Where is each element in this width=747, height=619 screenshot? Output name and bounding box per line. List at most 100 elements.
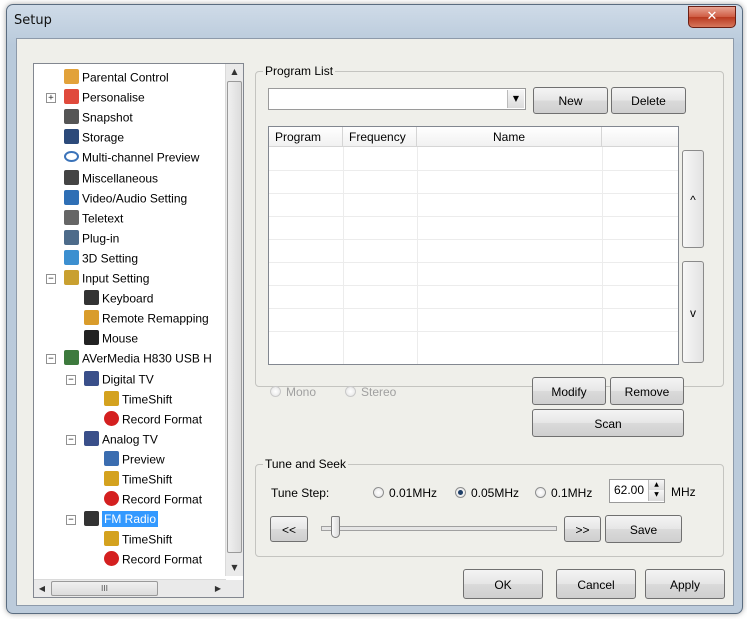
chevron-down-icon[interactable]: ▼ bbox=[507, 90, 524, 108]
program-combo[interactable]: ▼ bbox=[268, 88, 526, 110]
tune-and-seek-title: Tune and Seek bbox=[263, 457, 348, 471]
tree-item-label: Plug-in bbox=[82, 231, 120, 246]
lock-icon bbox=[64, 69, 79, 85]
tree-item[interactable]: Preview bbox=[104, 450, 165, 469]
tree-item[interactable]: Multi-channel Preview bbox=[64, 148, 199, 167]
settings-tree[interactable]: Record Format TimeShift FM Radio Record For… bbox=[33, 63, 244, 598]
delete-button[interactable]: Delete bbox=[611, 87, 686, 114]
collapse-minus-icon[interactable]: − bbox=[46, 274, 56, 284]
tree-item[interactable]: Miscellaneous bbox=[64, 169, 158, 188]
tree-item-label: Personalise bbox=[82, 90, 145, 105]
collapse-minus-icon[interactable]: − bbox=[66, 375, 76, 385]
scroll-left-arrow-icon[interactable]: ◀ bbox=[34, 580, 50, 597]
mouse-icon bbox=[84, 330, 99, 346]
ok-button[interactable]: OK bbox=[463, 569, 543, 599]
frequency-spinner[interactable]: 62.00 ▲ ▼ bbox=[609, 479, 665, 503]
tree-item-label: Video/Audio Setting bbox=[82, 191, 188, 206]
frequency-slider[interactable] bbox=[321, 516, 557, 540]
tree-item[interactable]: Teletext bbox=[64, 209, 123, 228]
tree-item[interactable]: Mouse bbox=[84, 329, 138, 348]
tree-item[interactable]: Snapshot bbox=[64, 108, 133, 127]
close-icon: ✕ bbox=[706, 9, 718, 24]
tree-item[interactable]: TimeShift bbox=[104, 530, 172, 549]
camera-icon bbox=[64, 109, 79, 125]
pen-icon bbox=[64, 170, 79, 186]
remote-icon bbox=[84, 310, 99, 326]
new-button[interactable]: New bbox=[533, 87, 608, 114]
tune-step-radio-0.05[interactable]: 0.05MHz bbox=[455, 485, 519, 501]
record-icon bbox=[104, 551, 119, 567]
tune-step-radio-0.01[interactable]: 0.01MHz bbox=[373, 485, 437, 501]
frequency-unit: MHz bbox=[671, 485, 696, 499]
tree-item-label: Remote Remapping bbox=[102, 311, 209, 326]
tree-hscroll-thumb[interactable]: III bbox=[51, 581, 158, 596]
program-list-group: Program List ▼ New Delete Program Freque… bbox=[255, 64, 724, 387]
setup-window: Setup ✕ Record Format TimeShift FM Radio Re… bbox=[6, 4, 743, 614]
plugin-icon bbox=[64, 230, 79, 246]
scroll-down-arrow-icon[interactable]: ▼ bbox=[226, 560, 243, 576]
seek-forward-button[interactable]: >> bbox=[564, 516, 601, 542]
remove-button[interactable]: Remove bbox=[610, 377, 684, 405]
save-button[interactable]: Save bbox=[605, 515, 682, 543]
column-header-program[interactable]: Program bbox=[269, 127, 343, 147]
modify-button[interactable]: Modify bbox=[532, 377, 606, 405]
tree-item-label: Parental Control bbox=[82, 70, 169, 85]
tree-item-label: Input Setting bbox=[82, 271, 150, 286]
tree-item[interactable]: Record Format bbox=[104, 550, 202, 569]
tree-item-label: Teletext bbox=[82, 211, 124, 226]
tree-vertical-scrollbar[interactable]: ▲ ▼ bbox=[225, 64, 243, 576]
program-table[interactable]: Program Frequency Name bbox=[268, 126, 679, 365]
program-list-title: Program List bbox=[263, 64, 336, 78]
tree-vscroll-thumb[interactable] bbox=[227, 81, 242, 553]
scan-button[interactable]: Scan bbox=[532, 409, 684, 437]
tune-step-radio-0.1[interactable]: 0.1MHz bbox=[535, 485, 592, 501]
tree-item[interactable]: Record Format bbox=[104, 490, 202, 509]
scroll-right-arrow-icon[interactable]: ▶ bbox=[210, 580, 226, 597]
tree-item[interactable]: Video/Audio Setting bbox=[64, 189, 187, 208]
tree-item[interactable]: AVerMedia H830 USB H bbox=[64, 349, 212, 368]
column-header-frequency[interactable]: Frequency bbox=[343, 127, 417, 147]
tree-item[interactable]: Remote Remapping bbox=[84, 309, 209, 328]
column-header-name[interactable]: Name bbox=[417, 127, 602, 147]
gear-icon bbox=[64, 250, 79, 266]
seek-back-button[interactable]: << bbox=[270, 516, 308, 542]
eye-icon bbox=[64, 151, 79, 163]
move-up-button[interactable]: ^ bbox=[682, 150, 704, 248]
tree-item-label: TimeShift bbox=[122, 532, 173, 547]
apply-button[interactable]: Apply bbox=[645, 569, 725, 599]
tree-item[interactable]: Plug-in bbox=[64, 229, 119, 248]
tree-item[interactable]: FM Radio bbox=[84, 510, 159, 529]
scroll-up-arrow-icon[interactable]: ▲ bbox=[226, 64, 243, 80]
collapse-minus-icon[interactable]: − bbox=[46, 354, 56, 364]
tree-item[interactable]: Record Format bbox=[104, 410, 202, 429]
expand-plus-icon[interactable]: + bbox=[46, 93, 56, 103]
collapse-minus-icon[interactable]: − bbox=[66, 435, 76, 445]
tree-item[interactable]: TimeShift bbox=[104, 470, 172, 489]
mono-radio[interactable]: Mono bbox=[270, 384, 316, 400]
grid-line bbox=[269, 216, 678, 217]
tree-item[interactable]: Analog TV bbox=[84, 430, 158, 449]
tree-item[interactable]: 3D Setting bbox=[64, 249, 138, 268]
tree-item[interactable]: Storage bbox=[64, 128, 124, 147]
tree-horizontal-scrollbar[interactable]: ◀ III ▶ bbox=[34, 579, 226, 597]
grid-line bbox=[269, 285, 678, 286]
stereo-radio[interactable]: Stereo bbox=[345, 384, 396, 400]
radio-icon bbox=[84, 511, 99, 527]
tune-step-option-label: 0.01MHz bbox=[389, 486, 438, 500]
stereo-label: Stereo bbox=[361, 385, 397, 399]
tree-item[interactable]: Digital TV bbox=[84, 370, 154, 389]
tree-item[interactable]: Personalise bbox=[64, 88, 145, 107]
tree-item[interactable]: Input Setting bbox=[64, 269, 149, 288]
spin-down-icon[interactable]: ▼ bbox=[648, 490, 664, 501]
close-button[interactable]: ✕ bbox=[688, 6, 736, 28]
move-down-button[interactable]: v bbox=[682, 261, 704, 363]
slider-thumb[interactable] bbox=[331, 516, 340, 538]
tree-item[interactable]: Parental Control bbox=[64, 68, 169, 87]
tree-item[interactable]: TimeShift bbox=[104, 390, 172, 409]
collapse-minus-icon[interactable]: − bbox=[66, 515, 76, 525]
tree-item[interactable]: Keyboard bbox=[84, 289, 153, 308]
slider-track bbox=[321, 526, 557, 531]
cancel-button[interactable]: Cancel bbox=[556, 569, 636, 599]
radio-circle-icon bbox=[345, 386, 356, 398]
column-header-blank[interactable] bbox=[602, 127, 678, 147]
